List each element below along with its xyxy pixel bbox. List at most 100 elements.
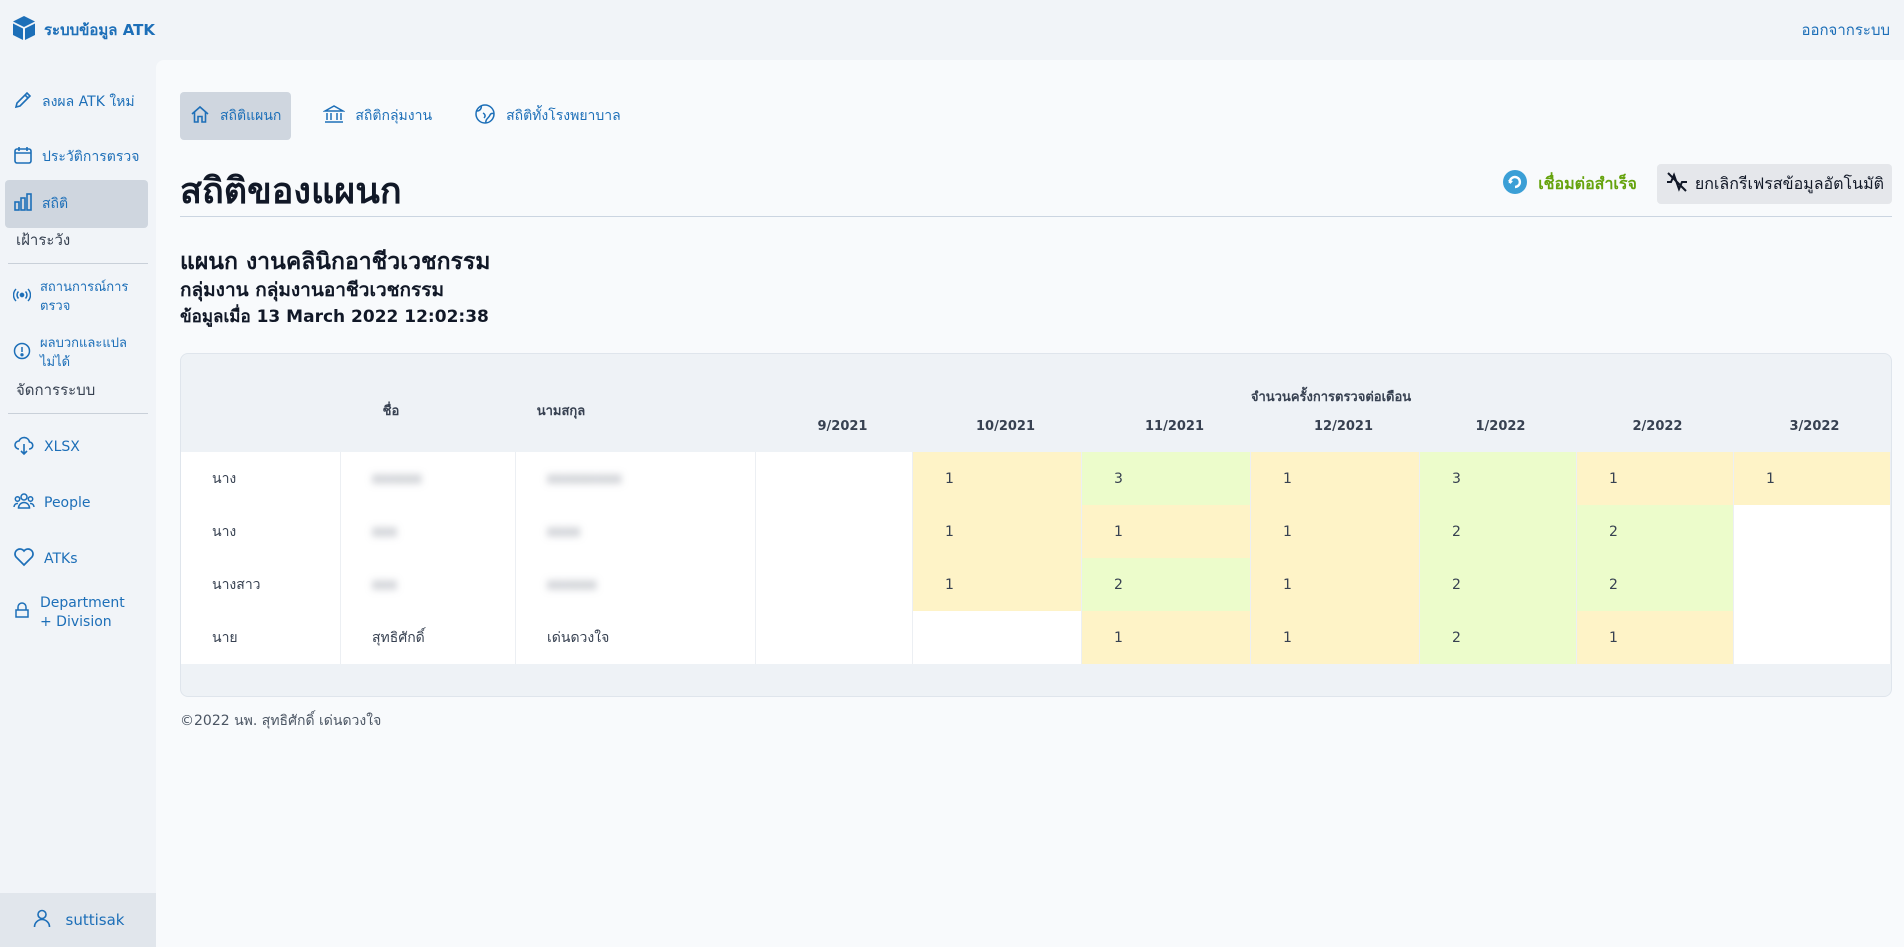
stats-tabs: สถิติแผนก สถิติกลุ่มงาน สถิติทั้งโรงพยาบ… <box>180 92 631 140</box>
tab-department-stats[interactable]: สถิติแผนก <box>180 92 292 140</box>
table-row: นาย สุทธิศักดิ์ เด่นดวงใจ 1 1 2 1 <box>181 611 1891 664</box>
refresh-status-icon <box>1502 169 1528 199</box>
sidebar-item-new-atk[interactable]: ลงผล ATK ใหม่ <box>5 78 148 126</box>
column-header-month: 10/2021 <box>975 419 1036 434</box>
cell-lastname: xxxxxx <box>516 558 756 611</box>
cell-lastname: เด่นดวงใจ <box>516 611 756 664</box>
sidebar-item-label: สถิติ <box>42 195 69 212</box>
column-group-header-monthly-counts: จำนวนครั้งการตรวจต่อเดือน <box>1250 390 1412 405</box>
sidebar-divider <box>8 413 148 414</box>
sidebar-heading-surveillance: เฝ้าระวัง <box>16 231 71 249</box>
app-brand[interactable]: ระบบข้อมูล ATK <box>12 15 155 45</box>
cell-count: 1 <box>913 452 1082 505</box>
column-header-firstname: ชื่อ <box>382 404 400 419</box>
sidebar-item-positive-invalid[interactable]: ผลบวกและแปลไม่ได้ <box>5 332 148 374</box>
header-actions: เชื่อมต่อสำเร็จ ยกเลิกรีเฟรสข้อมูลอัตโนม… <box>1502 164 1892 204</box>
sidebar-item-history[interactable]: ประวัติการตรวจ <box>5 133 148 181</box>
cell-count: 1 <box>1251 452 1420 505</box>
auto-refresh-toggle-button[interactable]: ยกเลิกรีเฟรสข้อมูลอัตโนมัติ <box>1656 164 1892 204</box>
sidebar-item-people[interactable]: People <box>5 481 148 525</box>
sidebar-item-atks[interactable]: ATKs <box>5 537 148 581</box>
tab-label: สถิติทั้งโรงพยาบาล <box>506 108 621 124</box>
main-panel: สถิติแผนก สถิติกลุ่มงาน สถิติทั้งโรงพยาบ… <box>156 60 1904 947</box>
tab-label: สถิติกลุ่มงาน <box>355 108 433 124</box>
cell-prefix: นาย <box>181 611 341 664</box>
cell-count <box>1734 611 1891 664</box>
sidebar-item-label: ลงผล ATK ใหม่ <box>42 93 135 110</box>
cell-count: 3 <box>1420 452 1577 505</box>
username: suttisak <box>65 911 125 929</box>
cell-count: 1 <box>913 505 1082 558</box>
sidebar-item-department-division[interactable]: Department + Division <box>5 589 148 637</box>
cell-count: 2 <box>1082 558 1251 611</box>
logout-link[interactable]: ออกจากระบบ <box>1801 18 1890 42</box>
cell-count-text: 1 <box>1114 629 1123 646</box>
footer-copyright: ©2022 นพ. สุทธิศักดิ์ เด่นดวงใจ <box>180 713 382 729</box>
cell-count-text: 2 <box>1114 576 1123 593</box>
page-title: สถิติของแผนก <box>180 171 402 212</box>
bank-icon <box>322 103 347 129</box>
user-menu[interactable]: suttisak <box>0 893 156 947</box>
cell-count: 3 <box>1082 452 1251 505</box>
cell-count-text: 1 <box>1283 629 1292 646</box>
cell-count: 2 <box>1420 505 1577 558</box>
connection-status-text: เชื่อมต่อสำเร็จ <box>1538 173 1637 193</box>
cell-count: 1 <box>1577 611 1734 664</box>
sidebar-item-test-situation[interactable]: สถานการณ์การตรวจ <box>5 276 148 318</box>
cell-count: 1 <box>1082 505 1251 558</box>
cell-count-text: 3 <box>1114 470 1123 487</box>
sidebar-heading-admin: จัดการระบบ <box>16 381 96 399</box>
sidebar-item-stats[interactable]: สถิติ <box>5 180 148 228</box>
cell-count-text: 2 <box>1609 523 1618 540</box>
cell-prefix-text: นาย <box>212 629 238 646</box>
title-divider <box>180 216 1892 217</box>
cell-count-text: 1 <box>1283 470 1292 487</box>
bar-chart-icon <box>13 192 33 216</box>
sidebar-item-label: ผลบวกและแปลไม่ได้ <box>40 336 127 370</box>
cell-lastname: xxxx <box>516 505 756 558</box>
cell-count: 2 <box>1577 505 1734 558</box>
tab-label: สถิติแผนก <box>220 108 282 124</box>
cell-count-text: 2 <box>1609 576 1618 593</box>
cell-firstname-text: สุทธิศักดิ์ <box>372 629 425 646</box>
cell-prefix: นาง <box>181 452 341 505</box>
cell-count-text: 2 <box>1452 576 1461 593</box>
cell-count <box>756 558 913 611</box>
cell-count-text: 1 <box>1283 576 1292 593</box>
heart-icon <box>13 547 35 571</box>
cell-firstname: xxx <box>341 505 516 558</box>
building-icon <box>13 602 31 624</box>
home-icon <box>190 104 210 128</box>
sidebar-item-xlsx[interactable]: XLSX <box>5 425 148 469</box>
people-icon <box>13 491 35 515</box>
cell-count <box>756 611 913 664</box>
tab-division-stats[interactable]: สถิติกลุ่มงาน <box>313 92 442 140</box>
sidebar-item-label: ATKs <box>44 550 78 567</box>
cell-firstname: xxx <box>341 558 516 611</box>
connection-status: เชื่อมต่อสำเร็จ <box>1502 169 1637 199</box>
cell-count: 1 <box>1251 611 1420 664</box>
cell-lastname-text: xxxxxx <box>547 576 597 593</box>
column-header-lastname: นามสกุล <box>536 404 586 419</box>
table-header: ชื่อ นามสกุล จำนวนครั้งการตรวจต่อเดือน 9… <box>181 354 1891 452</box>
cell-count-text: 1 <box>1283 523 1292 540</box>
cell-count-text: 1 <box>1609 629 1618 646</box>
table-row: นาง xxxxxx xxxxxxxxx 1 3 1 3 1 1 <box>181 452 1891 505</box>
cell-prefix-text: นางสาว <box>212 576 261 593</box>
cloud-download-icon <box>13 434 35 460</box>
cell-firstname: xxxxxx <box>341 452 516 505</box>
sidebar-item-label: สถานการณ์การตรวจ <box>40 280 129 314</box>
tab-hospital-stats[interactable]: สถิติทั้งโรงพยาบาล <box>464 92 631 140</box>
cell-count: 2 <box>1577 558 1734 611</box>
cell-count: 1 <box>1577 452 1734 505</box>
cell-count: 1 <box>1251 558 1420 611</box>
data-timestamp: ข้อมูลเมื่อ 13 March 2022 12:02:38 <box>180 307 489 327</box>
sidebar: ลงผล ATK ใหม่ ประวัติการตรวจ สถิติ เฝ้าร… <box>0 58 156 947</box>
cell-count-text: 3 <box>1452 470 1461 487</box>
sidebar-item-label: XLSX <box>44 438 80 455</box>
cell-count <box>756 452 913 505</box>
cell-firstname-text: xxxxxx <box>372 470 422 487</box>
pencil-icon <box>13 90 33 114</box>
cell-count: 1 <box>913 558 1082 611</box>
cell-count: 1 <box>1082 611 1251 664</box>
